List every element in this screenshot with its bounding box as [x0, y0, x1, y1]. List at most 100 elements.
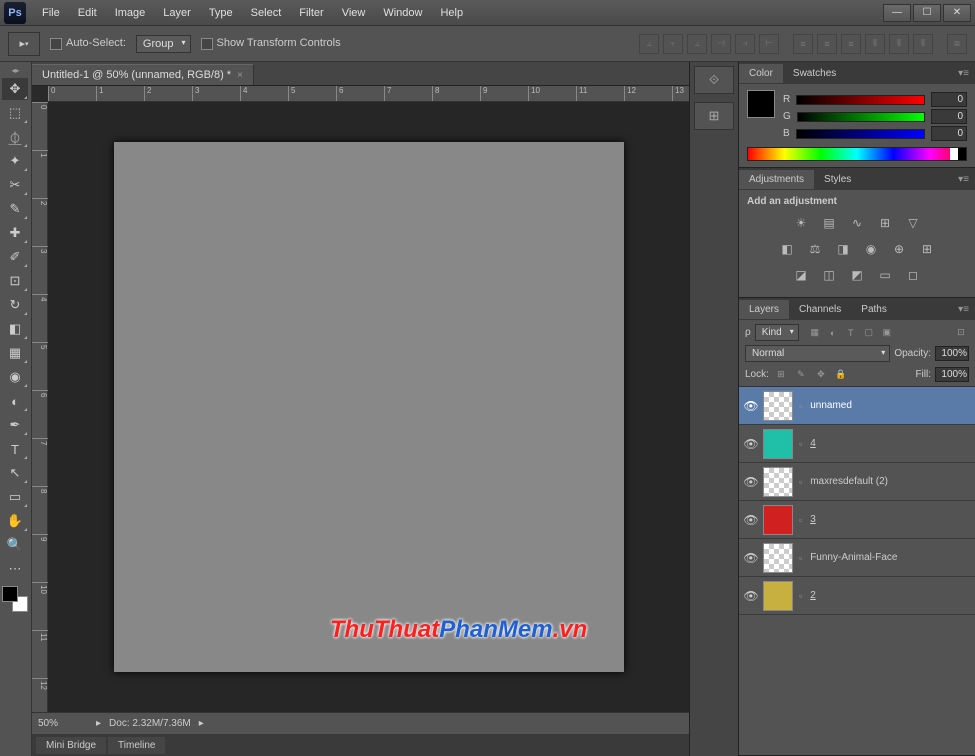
fill-input[interactable] — [935, 367, 969, 382]
status-menu-icon[interactable]: ▸ — [199, 718, 204, 729]
history-brush-tool[interactable]: ↻ — [2, 294, 28, 316]
layer-name[interactable]: unnamed — [810, 400, 852, 411]
gradient-map-icon[interactable]: ▭ — [875, 265, 895, 285]
layer-visibility-icon[interactable]: 👁 — [743, 589, 759, 603]
auto-select-check[interactable]: Auto-Select: — [50, 37, 126, 49]
filter-smart-icon[interactable]: ▣ — [879, 325, 895, 341]
b-slider[interactable] — [796, 129, 925, 139]
hue-sat-icon[interactable]: ◧ — [777, 239, 797, 259]
dist-right-icon[interactable]: ⦀ — [913, 34, 933, 54]
dodge-tool[interactable]: ◐ — [2, 390, 28, 412]
hand-tool[interactable]: ✋ — [2, 510, 28, 532]
layer-visibility-icon[interactable]: 👁 — [743, 551, 759, 565]
menu-filter[interactable]: Filter — [291, 3, 331, 23]
layer-row[interactable]: 👁▫2 — [739, 577, 975, 615]
align-vcenter-icon[interactable]: ⫟ — [663, 34, 683, 54]
photo-filter-icon[interactable]: ◉ — [861, 239, 881, 259]
exposure-icon[interactable]: ⊞ — [875, 213, 895, 233]
layer-name[interactable]: 4 — [810, 438, 816, 449]
lock-position-icon[interactable]: ✥ — [813, 366, 829, 382]
b-input[interactable] — [931, 126, 967, 141]
edit-toolbar[interactable]: ⋯ — [2, 558, 28, 580]
tools-collapse-icon[interactable]: ◂▸ — [2, 66, 29, 76]
menu-layer[interactable]: Layer — [155, 3, 199, 23]
stamp-tool[interactable]: ⊡ — [2, 270, 28, 292]
r-input[interactable] — [931, 92, 967, 107]
filter-pixel-icon[interactable]: ▦ — [807, 325, 823, 341]
color-ramp[interactable] — [747, 147, 967, 161]
color-swatch[interactable] — [2, 586, 28, 612]
gradient-tool[interactable]: ▦ — [2, 342, 28, 364]
align-bottom-icon[interactable]: ⫠ — [687, 34, 707, 54]
align-left-icon[interactable]: ⊣ — [711, 34, 731, 54]
zoom-tool[interactable]: 🔍 — [2, 534, 28, 556]
auto-select-dropdown[interactable]: Group — [136, 35, 191, 53]
zoom-level[interactable]: 50% — [38, 718, 88, 729]
ruler-vertical[interactable]: 0123456789101112 — [32, 102, 48, 712]
path-select-tool[interactable]: ↖ — [2, 462, 28, 484]
menu-edit[interactable]: Edit — [70, 3, 105, 23]
align-hcenter-icon[interactable]: ⫞ — [735, 34, 755, 54]
blend-mode-dropdown[interactable]: Normal — [745, 345, 890, 362]
invert-icon[interactable]: ◪ — [791, 265, 811, 285]
levels-icon[interactable]: ▤ — [819, 213, 839, 233]
swatches-tab[interactable]: Swatches — [783, 64, 846, 83]
ruler-horizontal[interactable]: 012345678910111213 — [48, 86, 689, 102]
layer-thumbnail[interactable] — [763, 581, 793, 611]
lock-transparency-icon[interactable]: ⊞ — [773, 366, 789, 382]
3d-mode-icon[interactable]: ⧈ — [947, 34, 967, 54]
layer-thumbnail[interactable] — [763, 543, 793, 573]
layer-filter-kind[interactable]: Kind — [755, 324, 799, 341]
color-tab[interactable]: Color — [739, 64, 783, 83]
threshold-icon[interactable]: ◩ — [847, 265, 867, 285]
layer-visibility-icon[interactable]: 👁 — [743, 475, 759, 489]
tool-preset-picker[interactable]: ▸▾ — [8, 32, 40, 56]
menu-view[interactable]: View — [334, 3, 374, 23]
color-panel-menu-icon[interactable]: ▾≡ — [952, 68, 975, 79]
document-tab[interactable]: Untitled-1 @ 50% (unnamed, RGB/8) * × — [32, 64, 254, 85]
layers-menu-icon[interactable]: ▾≡ — [952, 304, 975, 315]
filter-type-icon[interactable]: T — [843, 325, 859, 341]
maximize-button[interactable]: ☐ — [913, 4, 941, 22]
menu-help[interactable]: Help — [432, 3, 471, 23]
curves-icon[interactable]: ∿ — [847, 213, 867, 233]
type-tool[interactable]: T — [2, 438, 28, 460]
dist-top-icon[interactable]: ≡ — [793, 34, 813, 54]
color-balance-icon[interactable]: ⚖ — [805, 239, 825, 259]
paths-tab[interactable]: Paths — [851, 300, 897, 319]
adjustments-menu-icon[interactable]: ▾≡ — [952, 174, 975, 185]
color-lookup-icon[interactable]: ⊞ — [917, 239, 937, 259]
channels-tab[interactable]: Channels — [789, 300, 851, 319]
filter-toggle[interactable]: ⊡ — [953, 325, 969, 341]
heal-tool[interactable]: ✚ — [2, 222, 28, 244]
history-panel-icon[interactable]: ⟐ — [694, 66, 734, 94]
layer-row[interactable]: 👁▫3 — [739, 501, 975, 539]
vibrance-icon[interactable]: ▽ — [903, 213, 923, 233]
filter-shape-icon[interactable]: ▢ — [861, 325, 877, 341]
menu-type[interactable]: Type — [201, 3, 241, 23]
menu-window[interactable]: Window — [375, 3, 430, 23]
layer-thumbnail[interactable] — [763, 505, 793, 535]
dist-bottom-icon[interactable]: ≡ — [841, 34, 861, 54]
canvas[interactable] — [114, 142, 624, 672]
layer-row[interactable]: 👁▫4 — [739, 425, 975, 463]
minimize-button[interactable]: — — [883, 4, 911, 22]
pen-tool[interactable]: ✒ — [2, 414, 28, 436]
g-input[interactable] — [931, 109, 967, 124]
layer-thumbnail[interactable] — [763, 467, 793, 497]
layers-tab[interactable]: Layers — [739, 300, 789, 319]
blur-tool[interactable]: ◉ — [2, 366, 28, 388]
layer-name[interactable]: 2 — [810, 590, 816, 601]
adjustments-tab[interactable]: Adjustments — [739, 170, 814, 189]
timeline-tab[interactable]: Timeline — [108, 737, 165, 754]
layer-thumbnail[interactable] — [763, 429, 793, 459]
marquee-tool[interactable]: ⬚ — [2, 102, 28, 124]
lock-all-icon[interactable]: 🔒 — [833, 366, 849, 382]
layer-thumbnail[interactable] — [763, 391, 793, 421]
layer-visibility-icon[interactable]: 👁 — [743, 437, 759, 451]
bw-icon[interactable]: ◨ — [833, 239, 853, 259]
foreground-swatch[interactable] — [747, 90, 775, 118]
layer-row[interactable]: 👁▫maxresdefault (2) — [739, 463, 975, 501]
lock-pixels-icon[interactable]: ✎ — [793, 366, 809, 382]
close-button[interactable]: ✕ — [943, 4, 971, 22]
